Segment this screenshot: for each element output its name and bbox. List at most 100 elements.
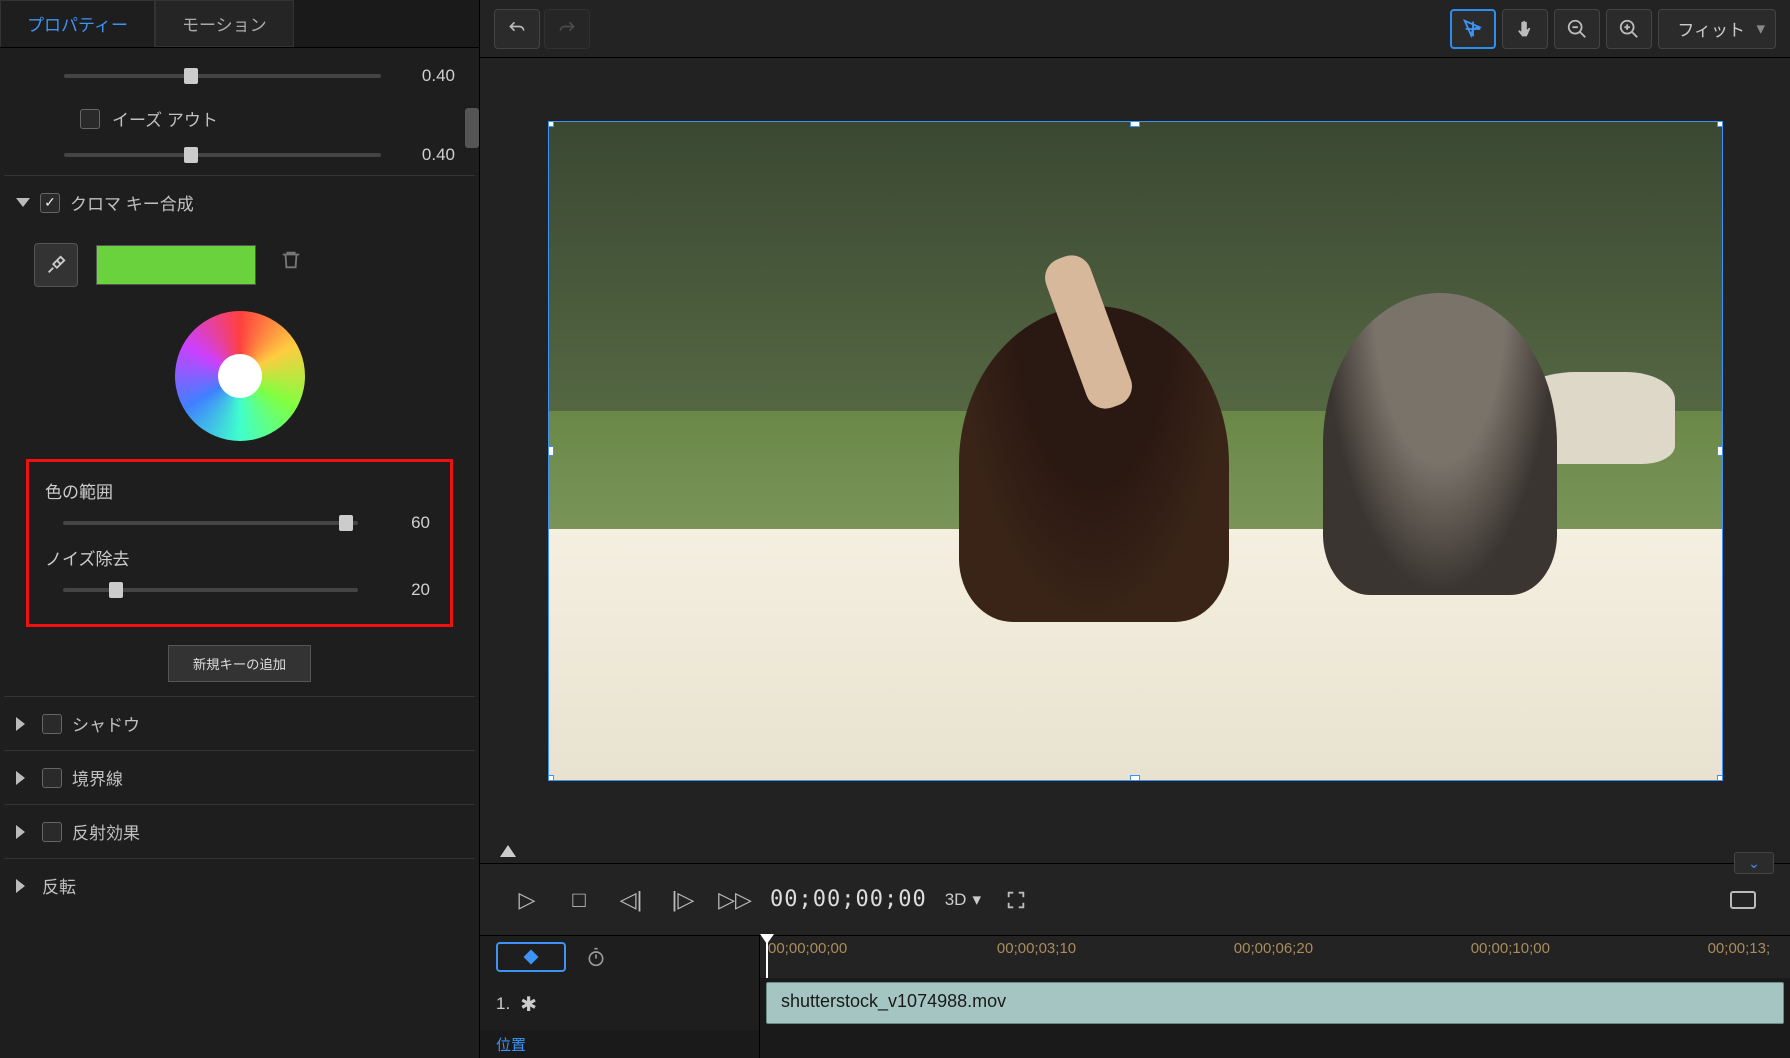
playback-bar: ⌄ ▷ □ ◁| |▷ ▷▷ 00;00;00;00 3D▾	[480, 863, 1790, 935]
chevron-down-icon	[16, 198, 30, 207]
move-tool-button[interactable]	[1450, 9, 1496, 49]
tab-properties[interactable]: プロパティー	[0, 0, 155, 47]
resize-handle[interactable]	[548, 775, 554, 781]
ruler-mark: 00;00;00;00	[768, 940, 847, 957]
prev-frame-button[interactable]: ◁|	[614, 883, 648, 917]
display-mode-button[interactable]	[1726, 883, 1760, 917]
ease-out-checkbox[interactable]	[80, 109, 100, 129]
right-panel: フィット ⌄ ▷ □ ◁| |▷ ▷▷ 00;00;00;00 3D▾	[480, 0, 1790, 1058]
ease-out-slider[interactable]	[64, 153, 381, 157]
hand-tool-button[interactable]	[1502, 9, 1548, 49]
timeline: 00;00;00;00 00;00;03;10 00;00;06;20 00;0…	[480, 935, 1790, 1058]
shadow-section[interactable]: シャドウ	[4, 696, 475, 750]
fullscreen-icon	[1005, 889, 1027, 911]
resize-handle[interactable]	[1717, 446, 1723, 456]
play-button[interactable]: ▷	[510, 883, 544, 917]
zoom-in-button[interactable]	[1606, 9, 1652, 49]
ruler-mark: 00;00;13;	[1708, 940, 1771, 957]
chroma-tools	[4, 229, 475, 301]
eyedropper-button[interactable]	[34, 243, 78, 287]
timeline-header: 00;00;00;00 00;00;03;10 00;00;06;20 00;0…	[480, 936, 1790, 978]
color-wheel-container	[4, 301, 475, 459]
chroma-section-header[interactable]: クロマ キー合成	[4, 175, 475, 229]
add-key-button[interactable]: 新規キーの追加	[168, 645, 311, 682]
position-lane[interactable]	[760, 1030, 1790, 1058]
redo-icon	[557, 19, 577, 39]
color-range-slider[interactable]	[63, 521, 358, 525]
trash-icon	[280, 248, 302, 272]
panel-tabs: プロパティー モーション	[0, 0, 479, 48]
keyframe-icon	[522, 948, 540, 966]
resize-handle[interactable]	[1130, 121, 1140, 127]
move-icon	[1462, 18, 1484, 40]
stopwatch-icon[interactable]	[586, 947, 606, 967]
undo-button[interactable]	[494, 9, 540, 49]
zoom-in-icon	[1618, 18, 1640, 40]
redo-button[interactable]	[544, 9, 590, 49]
shadow-label: シャドウ	[72, 711, 140, 736]
track-header[interactable]: 1. ✱	[480, 978, 760, 1030]
ruler-mark: 00;00;06;20	[1234, 940, 1313, 957]
track-lane[interactable]: shutterstock_v1074988.mov	[760, 978, 1790, 1030]
resize-handle[interactable]	[1717, 775, 1723, 781]
fast-forward-button[interactable]: ▷▷	[718, 883, 752, 917]
ease-out-row: イーズ アウト	[4, 96, 475, 135]
zoom-out-icon	[1566, 18, 1588, 40]
panel-body: 0.40 イーズ アウト 0.40 クロマ キー合成	[0, 48, 479, 1058]
ease-out-value: 0.40	[395, 145, 455, 165]
preview-frame[interactable]	[548, 121, 1723, 781]
color-range-value: 60	[370, 513, 430, 533]
shadow-checkbox[interactable]	[42, 714, 62, 734]
zoom-fit-dropdown[interactable]: フィット	[1658, 9, 1776, 49]
properties-panel: プロパティー モーション 0.40 イーズ アウト 0.40 クロマ キー合成	[0, 0, 480, 1058]
reflection-checkbox[interactable]	[42, 822, 62, 842]
resize-handle[interactable]	[548, 121, 554, 127]
denoise-label: ノイズ除去	[31, 539, 448, 574]
resize-handle[interactable]	[1717, 121, 1723, 127]
ruler-mark: 00;00;10;00	[1471, 940, 1550, 957]
timecode-display[interactable]: 00;00;00;00	[770, 887, 927, 912]
ruler-mark: 00;00;03;10	[997, 940, 1076, 957]
chroma-enable-checkbox[interactable]	[40, 193, 60, 213]
3d-dropdown[interactable]: 3D▾	[945, 890, 981, 910]
pre-ease-slider[interactable]	[64, 74, 381, 78]
border-checkbox[interactable]	[42, 768, 62, 788]
chevron-right-icon	[16, 771, 32, 785]
zoom-out-button[interactable]	[1554, 9, 1600, 49]
position-row-label[interactable]: 位置	[480, 1030, 760, 1058]
reflection-section[interactable]: 反射効果	[4, 804, 475, 858]
preview-toolbar: フィット	[480, 0, 1790, 58]
resize-handle[interactable]	[548, 446, 554, 456]
keyframe-toggle[interactable]	[496, 942, 566, 972]
stop-button[interactable]: □	[562, 883, 596, 917]
border-section[interactable]: 境界線	[4, 750, 475, 804]
fullscreen-button[interactable]	[999, 883, 1033, 917]
delete-key-button[interactable]	[274, 248, 308, 282]
pre-ease-slider-row: 0.40	[4, 56, 475, 96]
display-icon	[1730, 891, 1756, 909]
reflection-label: 反射効果	[72, 819, 140, 844]
border-label: 境界線	[72, 765, 123, 790]
video-clip[interactable]: shutterstock_v1074988.mov	[766, 982, 1784, 1024]
ease-out-slider-row: 0.40	[4, 135, 475, 175]
preview-area	[480, 58, 1790, 863]
denoise-slider[interactable]	[63, 588, 358, 592]
collapse-toggle[interactable]: ⌄	[1734, 852, 1774, 874]
snowflake-icon: ✱	[520, 992, 537, 1017]
color-range-slider-row: 60	[31, 507, 448, 539]
next-frame-button[interactable]: |▷	[666, 883, 700, 917]
resize-handle[interactable]	[1130, 775, 1140, 781]
undo-icon	[507, 19, 527, 39]
tab-motion[interactable]: モーション	[155, 0, 294, 47]
ease-out-label: イーズ アウト	[112, 106, 218, 131]
color-wheel[interactable]	[175, 311, 305, 441]
color-range-label: 色の範囲	[31, 472, 448, 507]
chevron-right-icon	[16, 825, 32, 839]
timeline-ruler[interactable]: 00;00;00;00 00;00;03;10 00;00;06;20 00;0…	[760, 936, 1790, 978]
timeline-marker-icon	[500, 845, 516, 857]
flip-label: 反転	[42, 873, 76, 898]
flip-section[interactable]: 反転	[4, 858, 475, 912]
scrollbar-thumb[interactable]	[465, 108, 479, 148]
chroma-color-swatch[interactable]	[96, 245, 256, 285]
chroma-title: クロマ キー合成	[70, 190, 194, 215]
